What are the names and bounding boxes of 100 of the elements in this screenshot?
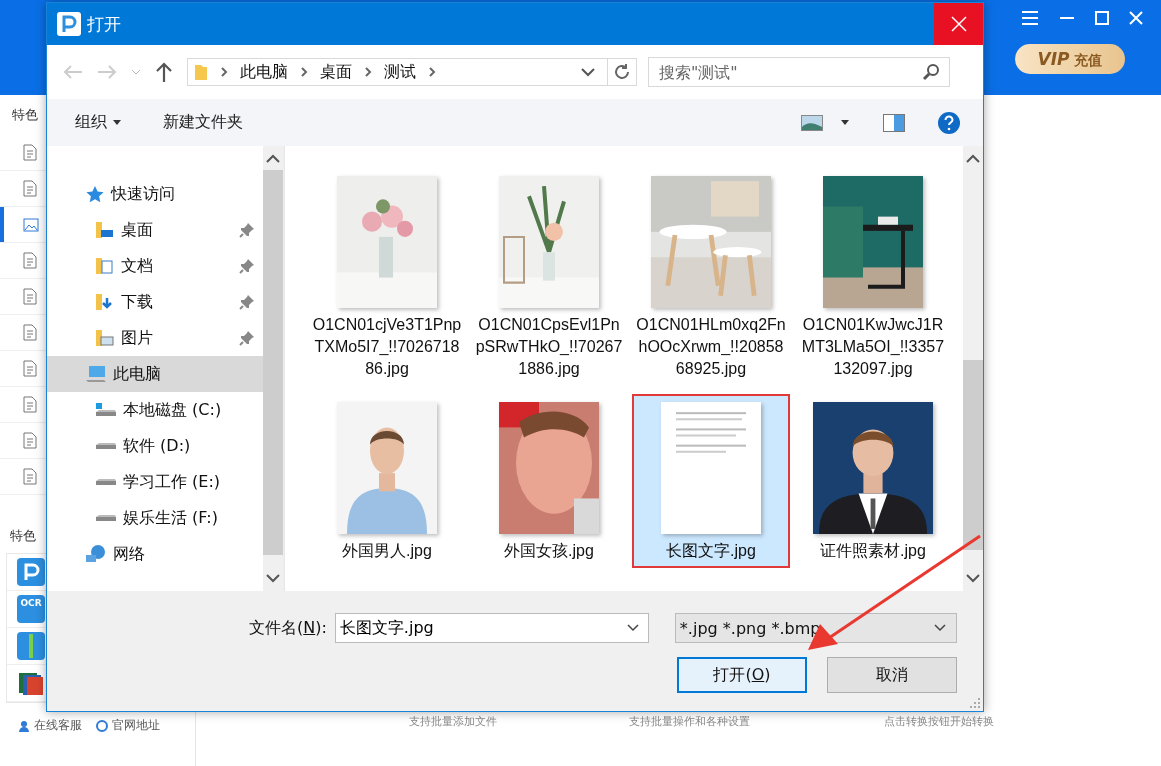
pin-icon[interactable] <box>239 330 255 346</box>
cancel-button[interactable]: 取消 <box>827 657 957 693</box>
chevron-icon <box>364 67 372 77</box>
window-title: 打开 <box>87 12 121 36</box>
hint-text: 支持批量操作和各种设置 <box>629 714 751 729</box>
file-name: 外国男人.jpg <box>341 541 433 561</box>
section-title: 特色 <box>9 527 36 545</box>
computer-icon <box>85 365 107 383</box>
breadcrumb-item[interactable]: 测试 <box>384 61 416 83</box>
star-icon <box>85 185 105 203</box>
file-item[interactable]: 证件照素材.jpg <box>794 394 952 568</box>
search-field[interactable]: 搜索"测试" <box>648 57 950 87</box>
caret-icon[interactable] <box>581 67 595 77</box>
file-item[interactable]: O1CN01HLm0xq2FnhOOcXrwm_!!2085868925.jpg <box>632 168 790 386</box>
file-name: O1CN01KwJwcJ1RMT3LMa5OI_!!3357132097.jpg <box>800 315 946 379</box>
drive-icon <box>95 442 117 450</box>
pin-icon[interactable] <box>239 222 255 238</box>
open-button[interactable]: 打开(O) <box>677 657 807 693</box>
caret-icon <box>626 624 639 632</box>
file-item[interactable]: 长图文字.jpg <box>632 394 790 568</box>
file-name-label: 文件名(N): <box>249 617 327 639</box>
app-logo-icon <box>57 12 81 36</box>
nav-item[interactable]: 桌面 <box>47 212 263 248</box>
nav-item[interactable]: 网络 <box>47 536 263 572</box>
chevron-icon <box>300 67 308 77</box>
caret-icon[interactable] <box>841 120 849 125</box>
document-icon <box>23 432 37 449</box>
preview-pane-icon[interactable] <box>883 113 905 132</box>
file-item[interactable]: 外国女孩.jpg <box>470 394 628 568</box>
system-drive-icon <box>95 403 117 417</box>
chevron-icon <box>428 67 436 77</box>
drive-icon <box>95 478 117 486</box>
file-item[interactable]: O1CN01CpsEvl1PnpSRwTHkO_!!702671886.jpg <box>470 168 628 386</box>
nav-item[interactable]: 娱乐生活 (F:) <box>47 500 263 536</box>
nav-item[interactable]: 下载 <box>47 284 263 320</box>
document-icon <box>23 324 37 341</box>
pdf-app-icon[interactable] <box>17 558 45 586</box>
website-link[interactable]: 官网地址 <box>96 717 160 734</box>
scroll-up-icon[interactable] <box>266 154 280 164</box>
view-picture-icon[interactable] <box>801 114 823 131</box>
document-icon <box>23 180 37 197</box>
file-name: O1CN01CpsEvl1PnpSRwTHkO_!!702671886.jpg <box>474 315 624 379</box>
file-name: O1CN01HLm0xq2FnhOOcXrwm_!!2085868925.jpg <box>636 315 786 379</box>
hint-text: 支持批量添加文件 <box>409 714 498 729</box>
online-support-link[interactable]: 在线客服 <box>18 717 82 734</box>
scrollbar[interactable] <box>963 146 983 591</box>
nav-item[interactable]: 图片 <box>47 320 263 356</box>
menu-icon[interactable] <box>1021 10 1039 26</box>
up-arrow-icon[interactable] <box>155 62 173 82</box>
nav-item[interactable]: 此电脑 <box>47 356 263 392</box>
hint-text: 点击转换按钮开始转换 <box>884 714 994 729</box>
document-icon <box>23 468 37 485</box>
folder-icon <box>194 63 208 81</box>
file-item[interactable]: 外国男人.jpg <box>308 394 466 568</box>
document-icon <box>23 360 37 377</box>
scroll-down-icon[interactable] <box>966 573 980 583</box>
section-title: 特色 <box>11 106 38 124</box>
organize-menu-button[interactable]: 组织 <box>75 112 121 133</box>
vip-recharge-button[interactable]: VIP 充值 <box>1015 44 1125 74</box>
file-item[interactable]: O1CN01KwJwcJ1RMT3LMa5OI_!!3357132097.jpg <box>794 168 952 386</box>
caret-icon <box>113 120 121 125</box>
document-icon <box>23 396 37 413</box>
caret-icon <box>933 624 946 632</box>
pin-icon[interactable] <box>239 258 255 274</box>
drive-icon <box>95 514 117 522</box>
nav-item[interactable]: 本地磁盘 (C:) <box>47 392 263 428</box>
scroll-down-icon[interactable] <box>266 573 280 583</box>
folder-icon <box>95 328 115 348</box>
file-name: 长图文字.jpg <box>665 541 757 561</box>
nav-item[interactable]: 快速访问 <box>47 176 263 212</box>
pin-icon[interactable] <box>239 294 255 310</box>
file-name-field[interactable]: 长图文字.jpg <box>334 613 649 643</box>
nav-item[interactable]: 软件 (D:) <box>47 428 263 464</box>
file-name: O1CN01cjVe3T1PnpTXMo5I7_!!702671886.jpg <box>312 315 462 379</box>
new-folder-button[interactable]: 新建文件夹 <box>163 112 243 133</box>
close-icon[interactable] <box>1129 11 1143 25</box>
breadcrumb-item[interactable]: 此电脑 <box>240 61 288 83</box>
file-name: 证件照素材.jpg <box>819 541 927 561</box>
breadcrumb-item[interactable]: 桌面 <box>320 61 352 83</box>
chevron-icon <box>220 67 228 77</box>
folder-icon <box>95 220 115 240</box>
help-icon[interactable] <box>937 110 961 135</box>
close-icon <box>950 16 967 32</box>
search-icon <box>922 63 940 81</box>
resize-grip-icon[interactable] <box>970 698 980 708</box>
address-bar[interactable]: 此电脑 桌面 测试 <box>187 58 637 86</box>
network-icon <box>85 544 107 564</box>
document-icon <box>23 288 37 305</box>
scrollbar[interactable] <box>263 146 283 591</box>
document-icon <box>23 144 37 161</box>
folder-icon <box>95 256 115 276</box>
image-file-icon <box>23 216 39 233</box>
file-item[interactable]: O1CN01cjVe3T1PnpTXMo5I7_!!702671886.jpg <box>308 168 466 386</box>
nav-item[interactable]: 文档 <box>47 248 263 284</box>
nav-item[interactable]: 学习工作 (E:) <box>47 464 263 500</box>
file-name: 外国女孩.jpg <box>503 541 595 561</box>
document-icon <box>23 252 37 269</box>
folder-icon <box>95 292 115 312</box>
scroll-up-icon[interactable] <box>966 154 980 164</box>
maximize-icon[interactable] <box>1095 11 1109 25</box>
